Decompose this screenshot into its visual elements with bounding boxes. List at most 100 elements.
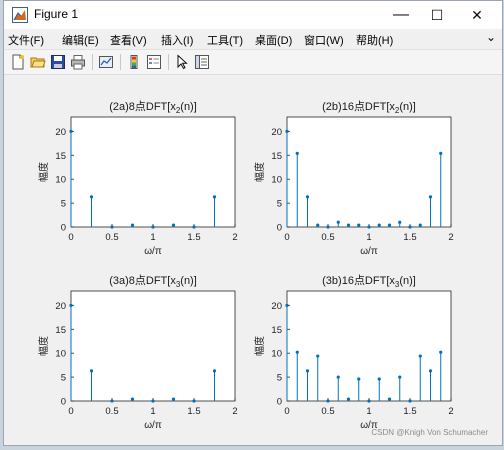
subplot-4: (3b)16点DFT[x3(n)]0 0.5 1 1.5 205101520ω/π幅度: [253, 274, 454, 431]
subplot-title: (2b)16点DFT[x2(n)]: [322, 100, 416, 115]
subplot-title: (2a)8点DFT[x2(n)]: [109, 100, 197, 115]
subplot-title-end: (n)]: [399, 101, 416, 113]
y-tick-label: 10: [55, 175, 66, 186]
print-icon[interactable]: [70, 54, 86, 70]
y-tick-label: 5: [277, 373, 282, 384]
subplot-2: (2b)16点DFT[x2(n)]0 0.5 1 1.5 205101520ω/π幅度: [253, 100, 454, 257]
stem-marker: [305, 369, 310, 373]
x-tick-label: 0.5: [321, 406, 334, 417]
stem-marker: [171, 397, 176, 401]
y-tick-label: 0: [277, 223, 282, 234]
x-tick-label: 2: [448, 232, 453, 243]
stem-marker: [357, 377, 361, 381]
stem-marker: [408, 225, 412, 229]
subplot-3: (3a)8点DFT[x3(n)]0 0.5 1 1.5 205101520ω/π幅度: [37, 274, 238, 431]
stem-marker: [367, 399, 371, 403]
close-button[interactable]: ✕: [460, 1, 494, 29]
stem-marker: [336, 220, 340, 224]
stem-marker: [346, 223, 351, 227]
stem-marker: [192, 399, 196, 403]
y-axis-label: 幅度: [37, 162, 50, 182]
menu-edit[interactable]: 编辑(E): [62, 32, 99, 48]
stem-marker: [110, 225, 114, 229]
stem-marker: [295, 350, 299, 354]
y-tick-label: 20: [271, 301, 282, 312]
stem-marker: [151, 225, 155, 229]
stem-marker: [316, 223, 320, 227]
menu-window[interactable]: 窗口(W): [304, 32, 344, 48]
subplot-title-main: (3a)8点DFT[x: [109, 274, 176, 287]
edit-pointer-icon[interactable]: [174, 54, 190, 70]
stem-marker: [212, 195, 217, 199]
stem-marker: [212, 369, 217, 373]
x-tick-label: 1.5: [403, 232, 416, 243]
x-tick-label: 0.5: [105, 232, 118, 243]
y-tick-label: 5: [61, 373, 66, 384]
subplot-title-main: (2a)8点DFT[x: [109, 100, 176, 113]
subplot-title: (3a)8点DFT[x3(n)]: [109, 274, 197, 289]
axes-box: [70, 116, 236, 228]
maximize-button[interactable]: ☐: [420, 1, 454, 29]
menu-insert[interactable]: 插入(I): [161, 32, 193, 48]
title-bar[interactable]: Figure 1 — ☐ ✕: [4, 1, 502, 29]
stem-marker: [377, 223, 381, 227]
y-tick-label: 10: [55, 349, 66, 360]
stem-marker: [387, 397, 392, 401]
figure-window: Figure 1 — ☐ ✕ 文件(F) 编辑(E) 查看(V) 插入(I) 工…: [3, 0, 503, 446]
new-figure-icon[interactable]: [10, 54, 26, 70]
minimize-button[interactable]: —: [384, 1, 418, 29]
axes-box: [286, 116, 452, 228]
legend-icon[interactable]: [146, 54, 162, 70]
subplot-title: (3b)16点DFT[x3(n)]: [322, 274, 416, 289]
save-icon[interactable]: [50, 54, 66, 70]
stem-marker: [418, 354, 422, 358]
subplot-title-end: (n)]: [180, 101, 197, 113]
stem-marker: [428, 369, 433, 373]
collapse-toolbar-icon[interactable]: ⌄: [486, 30, 496, 44]
stem-marker: [418, 223, 422, 227]
menu-help[interactable]: 帮助(H): [356, 32, 393, 48]
stem-marker: [316, 354, 320, 358]
x-tick-label: 1: [366, 232, 371, 243]
menu-file[interactable]: 文件(F): [8, 32, 44, 48]
stem-marker: [305, 195, 310, 199]
x-tick-label: 2: [448, 406, 453, 417]
subplot-title-main: (3b)16点DFT[x: [322, 274, 395, 287]
y-tick-label: 5: [277, 199, 282, 210]
x-tick-label: 0: [284, 232, 289, 243]
y-tick-label: 10: [271, 175, 282, 186]
y-tick-label: 20: [55, 127, 66, 138]
stem-marker: [326, 225, 330, 229]
y-axis-label: 幅度: [253, 162, 266, 182]
y-tick-label: 15: [55, 325, 66, 336]
x-tick-label: 2: [232, 232, 237, 243]
stem-marker: [367, 225, 371, 229]
menu-view[interactable]: 查看(V): [110, 32, 147, 48]
stem-marker: [69, 303, 73, 307]
stem-marker: [439, 350, 443, 354]
axes-box: [70, 290, 236, 402]
property-inspector-icon[interactable]: [194, 54, 210, 70]
subplot-title-end: (n)]: [180, 275, 197, 287]
stem-marker: [377, 377, 381, 381]
menu-tools[interactable]: 工具(T): [207, 32, 243, 48]
x-tick-label: 0: [68, 232, 73, 243]
subplot-title-main: (2b)16点DFT[x: [322, 100, 395, 113]
menu-desktop[interactable]: 桌面(D): [255, 32, 292, 48]
x-tick-label: 0: [68, 406, 73, 417]
open-file-icon[interactable]: [30, 54, 46, 70]
y-tick-label: 0: [61, 223, 66, 234]
stem-marker: [151, 399, 155, 403]
y-tick-label: 0: [61, 397, 66, 408]
stem-marker: [295, 151, 299, 155]
axes-box: [286, 290, 452, 402]
figure-toolbar: [4, 49, 502, 75]
x-tick-label: 1: [150, 406, 155, 417]
x-tick-label: 1: [366, 406, 371, 417]
colorbar-icon[interactable]: [126, 54, 142, 70]
x-tick-label: 0.5: [105, 406, 118, 417]
y-tick-label: 15: [55, 151, 66, 162]
x-axis-label: ω/π: [144, 246, 162, 257]
link-plot-icon[interactable]: [98, 54, 114, 70]
stem-marker: [408, 399, 412, 403]
